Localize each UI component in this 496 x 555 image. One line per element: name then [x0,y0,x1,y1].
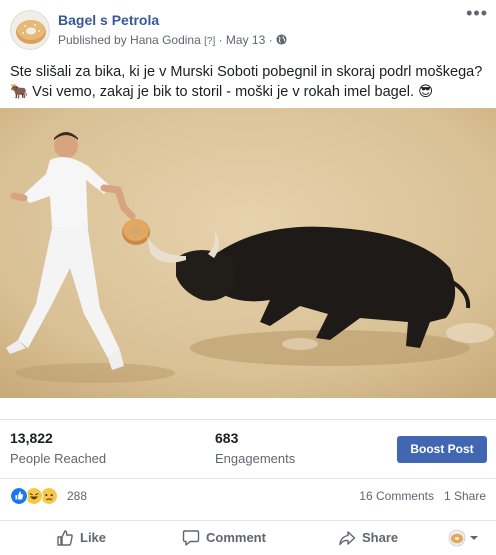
people-reached-value[interactable]: 13,822 [10,430,53,446]
engagements-value[interactable]: 683 [215,430,238,446]
meta-separator-2: · [268,33,273,47]
share-arrow-icon [339,531,356,546]
like-icon [10,487,28,505]
share-label: Share [362,530,399,545]
globe-icon[interactable] [276,34,287,45]
post-actions: Like Comment Share [0,520,496,555]
engagements-label: Engagements [215,451,296,466]
like-button[interactable]: Like [56,528,116,548]
share-button[interactable]: Share [338,528,408,548]
post-date[interactable]: May 13 [226,33,265,47]
reactions-summary: 288 16 Comments 1 Share [0,478,496,514]
post-text-line-1: Ste slišali za bika, ki je v Murski Sobo… [10,64,483,80]
comment-icon [182,530,200,546]
boost-post-button[interactable]: Boost Post [397,436,487,463]
comments-count[interactable]: 16 Comments [359,489,434,503]
thumbs-up-icon [57,530,73,546]
insights-bar: 13,822 People Reached 683 Engagements Bo… [0,419,496,475]
comment-label: Comment [206,530,266,545]
post-text-line-2: 🐂 Vsi vemo, zakaj je bik to storil - moš… [10,84,434,100]
post-meta: Published by Hana Godina [?] · May 13 · [58,33,287,47]
post-text: Ste slišali za bika, ki je v Murski Sobo… [10,62,492,102]
post-header: Bagel s Petrola Published by Hana Godina… [0,0,496,56]
help-mark[interactable]: [?] [204,36,215,47]
post-photo[interactable] [0,108,496,398]
shares-count[interactable]: 1 Share [444,489,486,503]
meta-separator: · [218,33,223,47]
page-name-link[interactable]: Bagel s Petrola [58,12,159,28]
comment-button[interactable]: Comment [182,528,272,548]
bagel-avatar-chevron-icon [448,529,478,547]
bagel-in-hand [122,219,150,245]
post-as-selector[interactable] [448,529,482,547]
page-avatar[interactable] [10,10,50,50]
more-options-icon[interactable]: ••• [466,4,488,22]
reaction-count[interactable]: 288 [67,489,87,503]
like-label: Like [80,530,107,545]
people-reached-label: People Reached [10,451,107,466]
published-by: Published by Hana Godina [58,33,201,47]
